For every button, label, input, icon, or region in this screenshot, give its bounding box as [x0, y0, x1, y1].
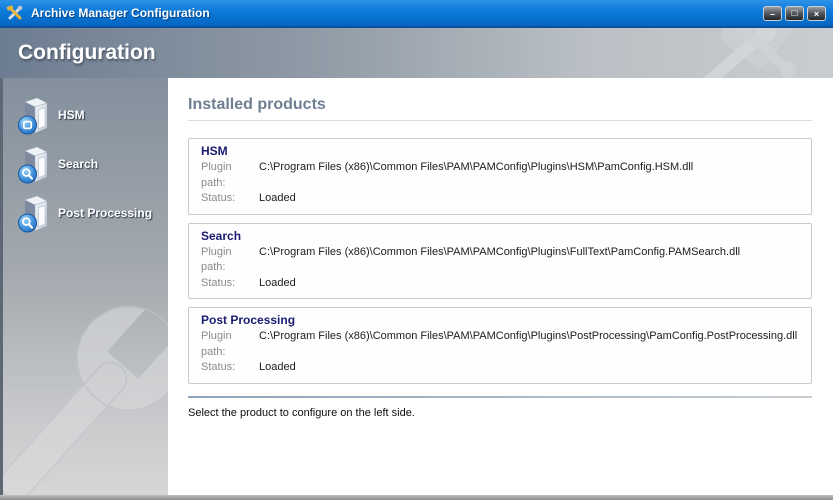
status-value: Loaded: [259, 360, 296, 376]
plugin-path-label: Plugin path:: [201, 245, 259, 276]
main-content: Installed products HSM Plugin path: C:\P…: [168, 78, 833, 495]
plugin-path-label: Plugin path:: [201, 329, 259, 360]
plugin-path-value: C:\Program Files (x86)\Common Files\PAM\…: [259, 160, 693, 191]
sidebar-item-label: Post Processing: [58, 206, 152, 220]
plugin-path-label: Plugin path:: [201, 160, 259, 191]
content-separator: [188, 396, 812, 398]
product-name: Search: [201, 229, 799, 244]
status-label: Status:: [201, 360, 259, 376]
tools-watermark-icon: [688, 28, 803, 78]
product-card-search: Search Plugin path: C:\Program Files (x8…: [188, 223, 812, 300]
minimize-button[interactable]: –: [763, 6, 782, 21]
product-name: HSM: [201, 144, 799, 159]
wrench-watermark-icon: [0, 287, 168, 495]
product-card-post-processing: Post Processing Plugin path: C:\Program …: [188, 307, 812, 384]
sidebar-item-hsm[interactable]: HSM: [17, 95, 168, 135]
instruction-text: Select the product to configure on the l…: [188, 407, 812, 419]
page-header: Configuration: [0, 28, 833, 78]
window-title: Archive Manager Configuration: [31, 6, 210, 20]
section-heading: Installed products: [188, 96, 812, 121]
status-value: Loaded: [259, 276, 296, 292]
maximize-button[interactable]: □: [785, 6, 804, 21]
sidebar-item-label: HSM: [58, 108, 85, 122]
app-window: Archive Manager Configuration – □ × Conf…: [0, 0, 833, 500]
window-controls: – □ ×: [763, 6, 826, 21]
close-button[interactable]: ×: [807, 6, 826, 21]
sidebar: HSM Search: [0, 78, 168, 495]
page-title: Configuration: [18, 28, 156, 78]
plugin-path-value: C:\Program Files (x86)\Common Files\PAM\…: [259, 245, 740, 276]
postprocessing-server-icon: [17, 193, 53, 233]
status-value: Loaded: [259, 191, 296, 207]
search-server-icon: [17, 144, 53, 184]
status-label: Status:: [201, 191, 259, 207]
status-label: Status:: [201, 276, 259, 292]
sidebar-item-label: Search: [58, 157, 98, 171]
title-bar[interactable]: Archive Manager Configuration – □ ×: [0, 0, 833, 28]
window-bottom-frame: [0, 495, 833, 500]
hsm-server-icon: [17, 95, 53, 135]
plugin-path-value: C:\Program Files (x86)\Common Files\PAM\…: [259, 329, 797, 360]
app-tools-icon: [6, 5, 24, 21]
product-name: Post Processing: [201, 313, 799, 328]
product-card-hsm: HSM Plugin path: C:\Program Files (x86)\…: [188, 138, 812, 215]
sidebar-menu: HSM Search: [3, 78, 168, 233]
sidebar-item-post-processing[interactable]: Post Processing: [17, 193, 168, 233]
sidebar-item-search[interactable]: Search: [17, 144, 168, 184]
